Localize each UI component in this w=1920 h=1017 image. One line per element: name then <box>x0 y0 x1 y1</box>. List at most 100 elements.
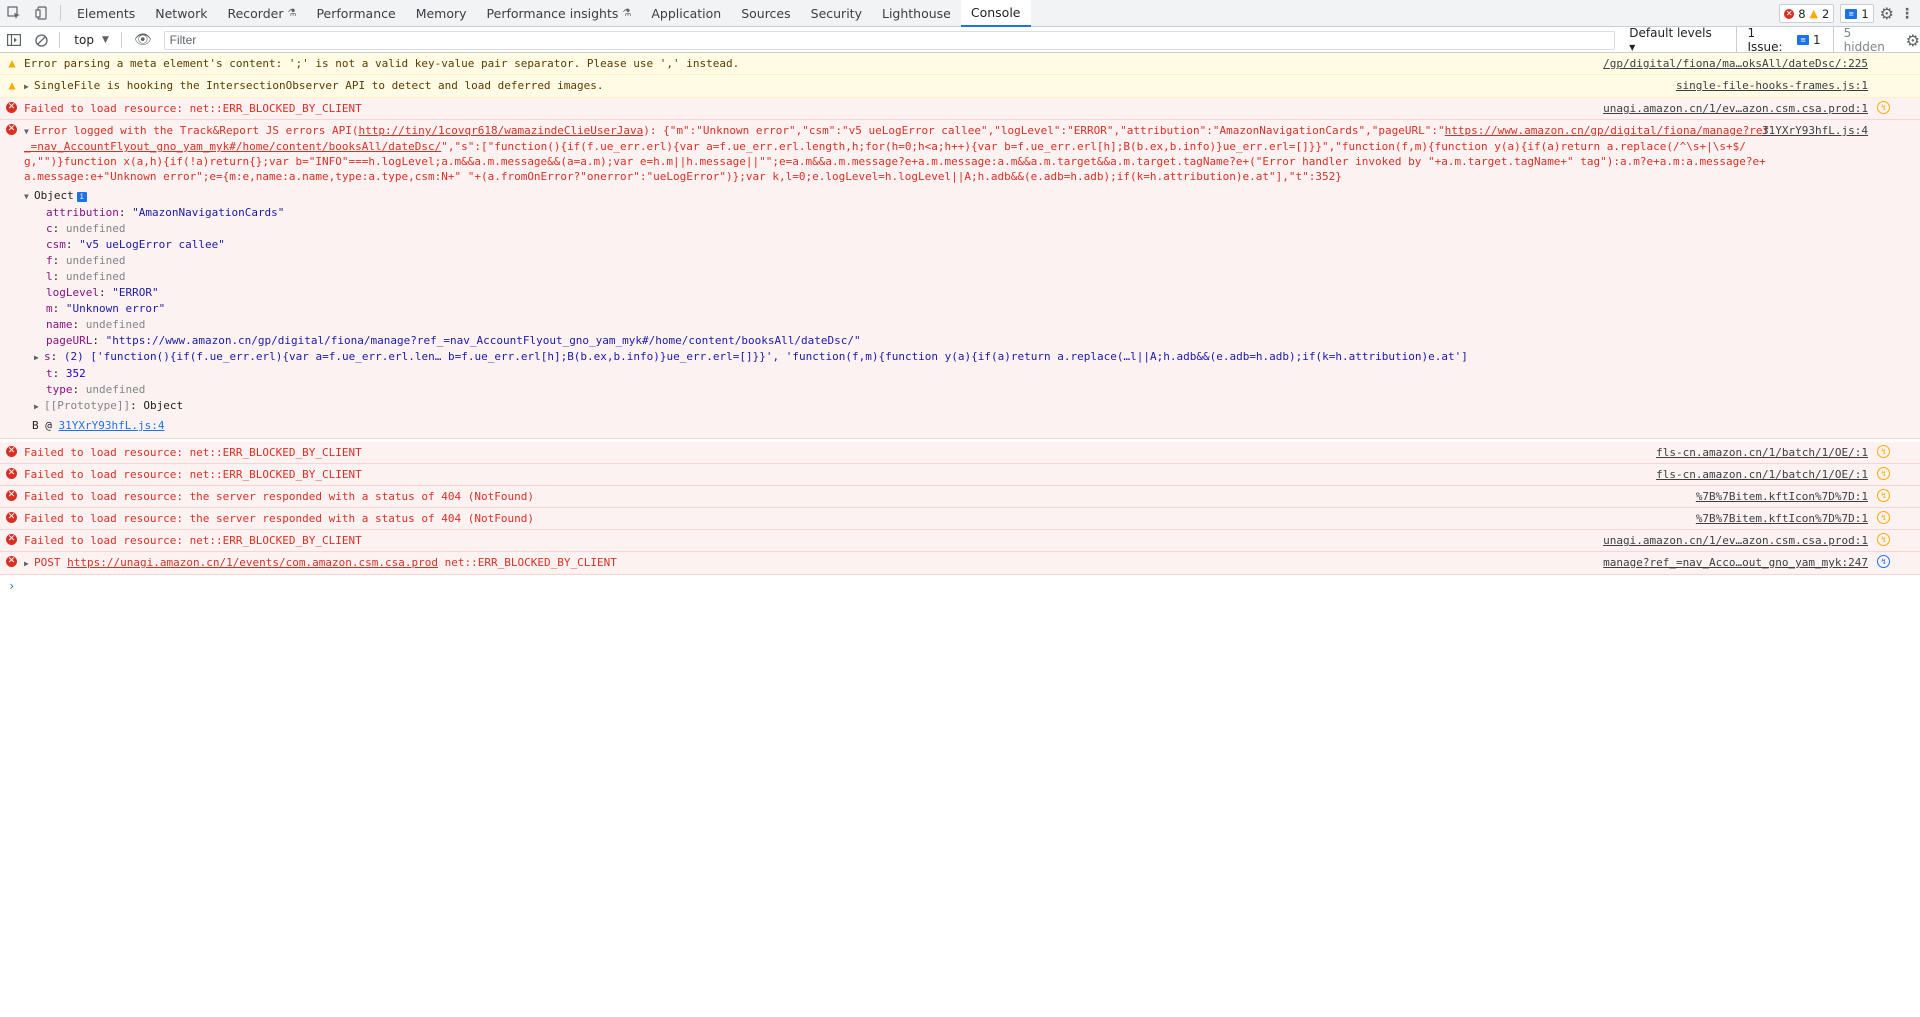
request-url-link[interactable]: https://unagi.amazon.cn/1/events/com.ama… <box>67 556 438 569</box>
network-request-icon[interactable]: ↯ <box>1877 467 1890 480</box>
chevron-down-icon: ▼ <box>101 35 109 45</box>
error-icon: ✕ <box>6 556 17 567</box>
message-counter[interactable]: ≡ 1 <box>1840 4 1874 23</box>
network-request-icon[interactable]: ↯ <box>1877 511 1890 524</box>
source-link[interactable]: manage?ref_=nav_Acco…out_gno_yam_myk:247 <box>1603 555 1868 570</box>
tab-security[interactable]: Security <box>801 0 872 27</box>
tab-lighthouse[interactable]: Lighthouse <box>872 0 961 27</box>
message-text: Failed to load resource: net::ERR_BLOCKE… <box>24 468 362 481</box>
tab-memory[interactable]: Memory <box>406 0 477 27</box>
more-options-icon[interactable]: ⋮ <box>1900 6 1914 22</box>
devtools-tabbar: Elements Network Recorder ⚗ Performance M… <box>0 0 1920 27</box>
source-link[interactable]: /gp/digital/fiona/ma…oksAll/dateDsc/:225 <box>1603 56 1868 71</box>
context-selector[interactable]: top ▼ <box>66 28 117 53</box>
property-pageurl: pageURL: "https://www.amazon.cn/gp/digit… <box>46 334 861 347</box>
error-count: 8 <box>1798 6 1806 21</box>
property-csm: csm: "v5 ueLogError callee" <box>46 238 225 251</box>
tab-sources[interactable]: Sources <box>731 0 800 27</box>
tab-network[interactable]: Network <box>145 0 217 27</box>
device-toolbar-icon[interactable] <box>28 0 56 27</box>
stack-source-link[interactable]: 31YXrY93hfL.js:4 <box>59 419 165 432</box>
console-error: ✕ ▼ Error logged with the Track&Report JS… <box>0 120 1920 187</box>
property-key: t <box>46 367 53 380</box>
filter-input[interactable] <box>163 30 1616 50</box>
message-json: ): {"m":"Unknown error","csm":"v5 ueLogE… <box>643 124 1445 137</box>
error-icon: ✕ <box>6 446 17 457</box>
property-key: attribution <box>46 206 119 219</box>
tab-console[interactable]: Console <box>960 0 1031 27</box>
network-request-icon[interactable]: ↯ <box>1877 555 1890 568</box>
source-link[interactable]: %7B%7Bitem.kftIcon%7D%7D:1 <box>1696 489 1868 504</box>
log-levels-dropdown[interactable]: Default levels ▾ <box>1623 26 1726 54</box>
property-loglevel: logLevel: "ERROR" <box>46 286 159 299</box>
warning-icon: ▲ <box>1809 7 1818 20</box>
message-text: SingleFile is hooking the IntersectionOb… <box>34 79 604 92</box>
tab-performance-insights[interactable]: Performance insights ⚗ <box>477 0 642 27</box>
property-key: csm <box>46 238 66 251</box>
api-link[interactable]: http://tiny/1covqr618/wamazindeClieUserJ… <box>359 124 644 137</box>
property-key: l <box>46 270 53 283</box>
console-error: ✕ ▶ POST https://unagi.amazon.cn/1/events… <box>0 552 1920 575</box>
tab-performance[interactable]: Performance <box>306 0 405 27</box>
property-m: m: "Unknown error" <box>46 302 166 315</box>
property-s[interactable]: ▶ s: (2) ['function(){if(f.ue_err.erl){va… <box>24 349 1920 366</box>
property-value: undefined <box>65 254 126 267</box>
network-request-icon[interactable]: ↯ <box>1877 489 1890 502</box>
property-value: undefined <box>85 383 146 396</box>
property-t: t: 352 <box>46 367 86 380</box>
message-icon: ≡ <box>1845 8 1858 19</box>
tab-label: Memory <box>415 5 467 21</box>
inspect-element-icon[interactable] <box>0 0 28 27</box>
source-link[interactable]: unagi.amazon.cn/1/ev…azon.csm.csa.prod:1 <box>1603 533 1868 548</box>
expand-triangle-icon[interactable]: ▶ <box>24 556 34 571</box>
warning-count: 2 <box>1822 6 1830 21</box>
expand-triangle-icon[interactable]: ▶ <box>34 399 44 415</box>
error-icon: ✕ <box>6 102 17 113</box>
property-key: s <box>44 350 51 363</box>
divider <box>60 5 61 21</box>
source-link[interactable]: fls-cn.amazon.cn/1/batch/1/OE/:1 <box>1656 467 1868 482</box>
error-warning-counter[interactable]: ✕ 8 ▲ 2 <box>1779 4 1835 23</box>
object-header[interactable]: ▼ Object i <box>24 188 1920 205</box>
stack-trace: B @ 31YXrY93hfL.js:4 <box>24 418 1920 434</box>
collapse-triangle-icon[interactable]: ▼ <box>24 124 34 139</box>
property-value: "ERROR" <box>112 286 159 299</box>
property-key: logLevel <box>46 286 99 299</box>
prompt-chevron-icon: › <box>8 579 16 593</box>
source-link[interactable]: %7B%7Bitem.kftIcon%7D%7D:1 <box>1696 511 1868 526</box>
issues-button[interactable]: 1 Issue: ≡ 1 <box>1736 26 1821 54</box>
tab-elements[interactable]: Elements <box>67 0 145 27</box>
settings-gear-icon[interactable]: ⚙ <box>1880 4 1894 23</box>
network-request-icon[interactable]: ↯ <box>1877 533 1890 546</box>
property-value: Object <box>143 399 184 412</box>
collapse-triangle-icon[interactable]: ▼ <box>24 189 34 205</box>
property-c: c: undefined <box>46 222 126 235</box>
tab-application[interactable]: Application <box>641 0 731 27</box>
property-value: undefined <box>85 318 146 331</box>
console-toolbar: top ▼ 👁 Default levels ▾ 1 Issue: ≡ 1 5 … <box>0 26 1920 54</box>
console-prompt[interactable]: › <box>0 575 1920 597</box>
source-link[interactable]: single-file-hooks-frames.js:1 <box>1676 78 1868 93</box>
console-settings-gear-icon[interactable]: ⚙ <box>1906 31 1920 50</box>
source-link[interactable]: 31YXrY93hfL.js:4 <box>1762 123 1868 138</box>
tabbar-right: ✕ 8 ▲ 2 ≡ 1 ⚙ ⋮ <box>1779 0 1920 27</box>
object-label: Object <box>34 189 74 202</box>
property-key: m <box>46 302 53 315</box>
divider <box>59 32 61 48</box>
source-link[interactable]: unagi.amazon.cn/1/ev…azon.csm.csa.prod:1 <box>1603 101 1868 116</box>
property-prototype[interactable]: ▶ [[Prototype]]: Object <box>24 398 1920 415</box>
tab-label: Elements <box>77 5 136 21</box>
property-key: type <box>46 383 73 396</box>
clear-console-icon[interactable] <box>28 27 56 54</box>
sidebar-toggle-icon[interactable] <box>0 27 28 54</box>
expand-triangle-icon[interactable]: ▶ <box>34 350 44 366</box>
network-request-icon[interactable]: ↯ <box>1877 445 1890 458</box>
property-value: undefined <box>65 222 126 235</box>
tab-label: Lighthouse <box>881 5 951 21</box>
expand-triangle-icon[interactable]: ▶ <box>24 79 34 94</box>
network-request-icon[interactable]: ↯ <box>1877 101 1890 114</box>
source-link[interactable]: fls-cn.amazon.cn/1/batch/1/OE/:1 <box>1656 445 1868 460</box>
live-expression-eye-icon[interactable]: 👁 <box>128 32 158 48</box>
tab-recorder[interactable]: Recorder ⚗ <box>217 0 306 27</box>
error-icon: ✕ <box>1784 8 1795 19</box>
